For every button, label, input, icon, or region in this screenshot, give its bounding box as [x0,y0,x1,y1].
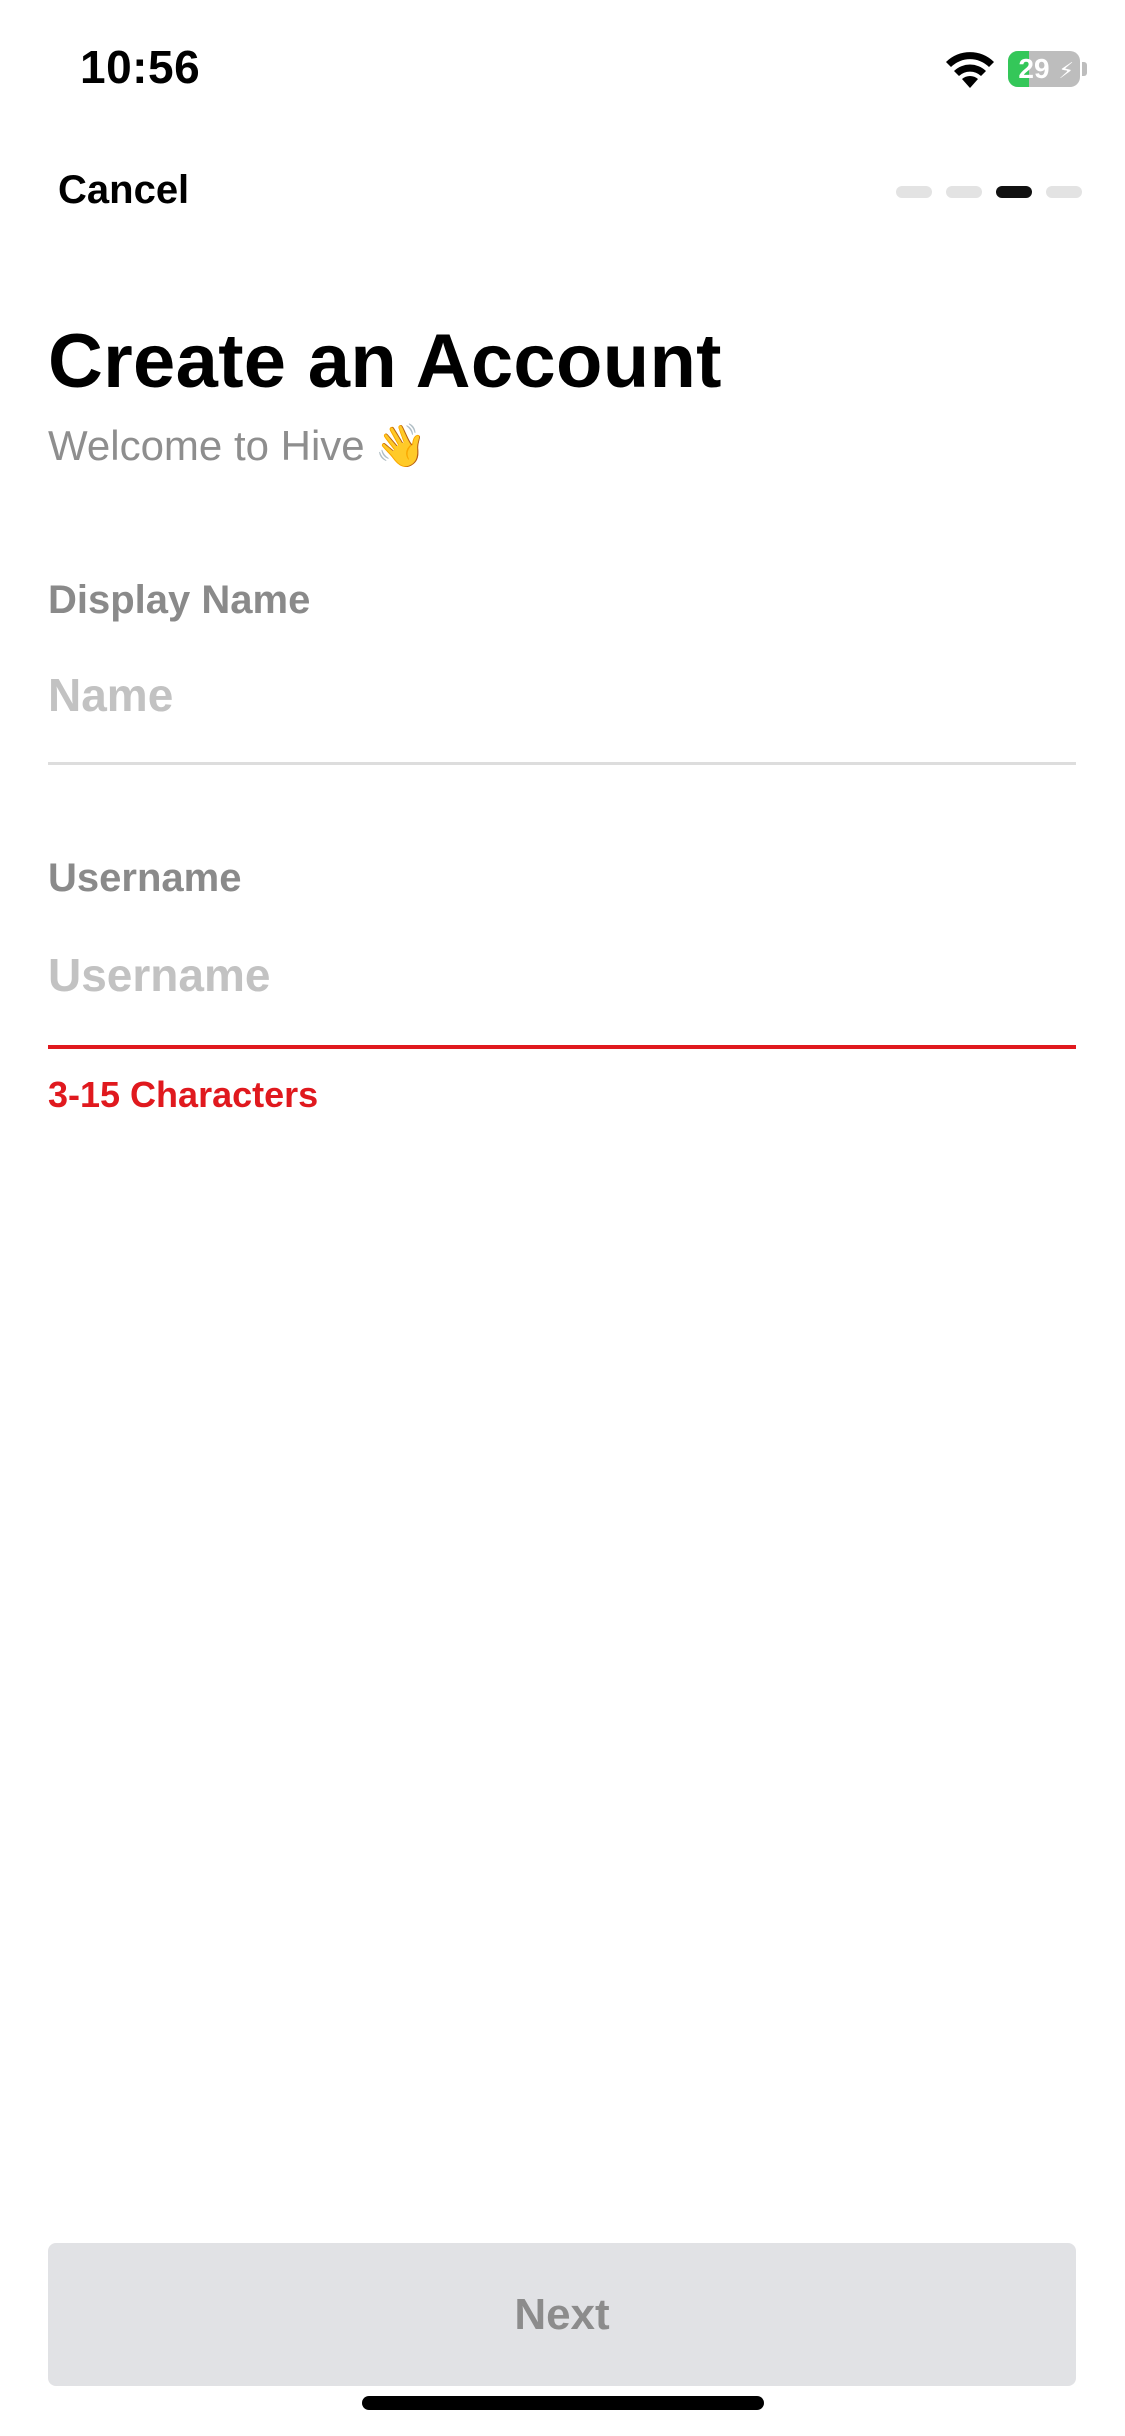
display-name-underline [48,762,1076,765]
username-underline-error [48,1045,1076,1049]
page-title: Create an Account [48,319,722,404]
wifi-icon [946,52,994,88]
battery-cap [1082,62,1087,76]
display-name-input[interactable] [48,660,1076,730]
battery-icon: 29 ⚡ [1008,51,1080,87]
display-name-label: Display Name [48,578,311,622]
progress-step-3-active [996,186,1032,198]
battery-level: 29 [1018,53,1050,84]
username-input[interactable] [48,940,1076,1010]
username-label: Username [48,856,242,900]
progress-step-4 [1046,186,1082,198]
waving-hand-icon: 👋 [374,422,427,469]
progress-steps [896,186,1082,198]
cancel-button[interactable]: Cancel [58,168,189,213]
subtitle-text: Welcome to Hive [48,422,365,469]
home-indicator[interactable] [362,2396,764,2410]
charging-bolt-icon: ⚡ [1058,58,1074,83]
progress-step-1 [896,186,932,198]
username-error-message: 3-15 Characters [48,1074,319,1115]
status-bar-time: 10:56 [80,41,201,93]
progress-step-2 [946,186,982,198]
next-button[interactable]: Next [48,2243,1076,2386]
page-subtitle: Welcome to Hive 👋 [48,422,427,471]
